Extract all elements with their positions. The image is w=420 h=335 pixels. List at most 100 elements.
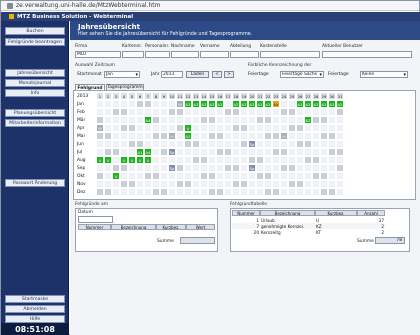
calendar-day-cell[interactable]	[249, 173, 256, 180]
calendar-day-cell[interactable]	[289, 181, 296, 188]
calendar-day-cell[interactable]	[257, 117, 264, 124]
calendar-day-cell[interactable]	[297, 133, 304, 140]
calendar-day-cell[interactable]	[193, 189, 200, 196]
calendar-day-cell[interactable]	[265, 141, 272, 148]
calendar-day-cell[interactable]: KZ	[305, 117, 312, 124]
calendar-day-cell[interactable]	[153, 109, 160, 116]
calendar-day-cell[interactable]	[305, 181, 312, 188]
calendar-day-cell[interactable]	[225, 101, 232, 108]
calendar-day-cell[interactable]: A2	[337, 101, 344, 108]
calendar-day-cell[interactable]	[145, 125, 152, 132]
calendar-day-cell[interactable]	[233, 165, 240, 172]
info-button[interactable]: Info	[5, 89, 65, 97]
calendar-day-cell[interactable]	[113, 117, 120, 124]
calendar-day-cell[interactable]	[209, 181, 216, 188]
calendar-day-cell[interactable]	[113, 181, 120, 188]
calendar-day-cell[interactable]	[217, 149, 224, 156]
calendar-day-cell[interactable]	[241, 181, 248, 188]
calendar-day-cell[interactable]	[265, 133, 272, 140]
calendar-day-cell[interactable]	[313, 109, 320, 116]
calendar-day-cell[interactable]	[153, 101, 160, 108]
calendar-day-cell[interactable]	[137, 117, 144, 124]
calendar-day-cell[interactable]	[321, 157, 328, 164]
calendar-day-cell[interactable]	[105, 117, 112, 124]
calendar-day-cell[interactable]	[241, 109, 248, 116]
calendar-day-cell[interactable]	[241, 149, 248, 156]
calendar-day-cell[interactable]	[129, 101, 136, 108]
calendar-day-cell[interactable]	[129, 189, 136, 196]
calendar-day-cell[interactable]	[185, 141, 192, 148]
calendar-day-cell[interactable]	[289, 101, 296, 108]
calendar-day-cell[interactable]	[177, 173, 184, 180]
calendar-day-cell[interactable]	[241, 189, 248, 196]
calendar-day-cell[interactable]	[329, 181, 336, 188]
calendar-day-cell[interactable]	[241, 133, 248, 140]
calendar-day-cell[interactable]: Ur	[273, 101, 280, 108]
calendar-day-cell[interactable]	[121, 101, 128, 108]
calendar-day-cell[interactable]	[249, 117, 256, 124]
calendar-day-cell[interactable]	[97, 149, 104, 156]
calendar-day-cell[interactable]	[305, 125, 312, 132]
calendar-day-cell[interactable]	[209, 173, 216, 180]
calendar-day-cell[interactable]: Sp	[249, 165, 256, 172]
calendar-day-cell[interactable]: A2	[329, 101, 336, 108]
calendar-day-cell[interactable]	[217, 109, 224, 116]
calendar-day-cell[interactable]	[105, 141, 112, 148]
calendar-day-cell[interactable]: U	[113, 173, 120, 180]
calendar-day-cell[interactable]	[169, 173, 176, 180]
calendar-day-cell[interactable]	[185, 157, 192, 164]
calendar-day-cell[interactable]: U	[137, 157, 144, 164]
calendar-day-cell[interactable]	[257, 165, 264, 172]
calendar-day-cell[interactable]	[105, 101, 112, 108]
calendar-day-cell[interactable]	[329, 189, 336, 196]
calendar-day-cell[interactable]	[281, 173, 288, 180]
calendar-day-cell[interactable]	[337, 149, 344, 156]
calendar-day-cell[interactable]	[305, 141, 312, 148]
calendar-day-cell[interactable]	[209, 189, 216, 196]
calendar-day-cell[interactable]	[257, 157, 264, 164]
calendar-day-cell[interactable]	[201, 133, 208, 140]
calendar-day-cell[interactable]	[297, 157, 304, 164]
calendar-day-cell[interactable]: A2	[257, 101, 264, 108]
startmonat-select[interactable]: Jan	[104, 71, 140, 78]
calendar-day-cell[interactable]: Sp	[169, 165, 176, 172]
calendar-day-cell[interactable]	[217, 165, 224, 172]
calendar-day-cell[interactable]	[281, 101, 288, 108]
calendar-day-cell[interactable]	[241, 125, 248, 132]
calendar-day-cell[interactable]	[145, 133, 152, 140]
startmaske-button[interactable]: Startmaske	[5, 295, 65, 303]
calendar-day-cell[interactable]	[313, 141, 320, 148]
calendar-day-cell[interactable]	[265, 125, 272, 132]
calendar-day-cell[interactable]	[177, 165, 184, 172]
calendar-day-cell[interactable]	[121, 125, 128, 132]
address-bar[interactable]: ze.verwaltung.uni-halle.de/MtzWebtermina…	[1, 1, 419, 11]
calendar-day-cell[interactable]	[337, 109, 344, 116]
calendar-day-cell[interactable]	[113, 109, 120, 116]
calendar-day-cell[interactable]	[97, 141, 104, 148]
calendar-day-cell[interactable]	[329, 109, 336, 116]
calendar-day-cell[interactable]: Fr	[281, 133, 288, 140]
calendar-day-cell[interactable]	[209, 109, 216, 116]
calendar-day-cell[interactable]: U	[185, 125, 192, 132]
feiertage-select[interactable]: Feiertage Sachs	[280, 71, 324, 78]
calendar-day-cell[interactable]	[289, 133, 296, 140]
calendar-day-cell[interactable]	[329, 165, 336, 172]
calendar-day-cell[interactable]	[185, 109, 192, 116]
calendar-day-cell[interactable]	[145, 189, 152, 196]
calendar-day-cell[interactable]	[121, 109, 128, 116]
calendar-day-cell[interactable]	[281, 157, 288, 164]
calendar-day-cell[interactable]	[161, 101, 168, 108]
calendar-day-cell[interactable]	[113, 125, 120, 132]
calendar-day-cell[interactable]	[161, 125, 168, 132]
calendar-day-cell[interactable]: A2	[241, 101, 248, 108]
kostenstelle-field[interactable]	[260, 51, 320, 58]
calendar-day-cell[interactable]	[121, 189, 128, 196]
calendar-day-cell[interactable]	[161, 133, 168, 140]
calendar-day-cell[interactable]	[137, 109, 144, 116]
calendar-day-cell[interactable]	[105, 165, 112, 172]
calendar-day-cell[interactable]	[281, 181, 288, 188]
laden-button[interactable]: Laden	[186, 71, 209, 78]
calendar-day-cell[interactable]	[241, 157, 248, 164]
calendar-day-cell[interactable]	[249, 109, 256, 116]
calendar-day-cell[interactable]	[209, 141, 216, 148]
